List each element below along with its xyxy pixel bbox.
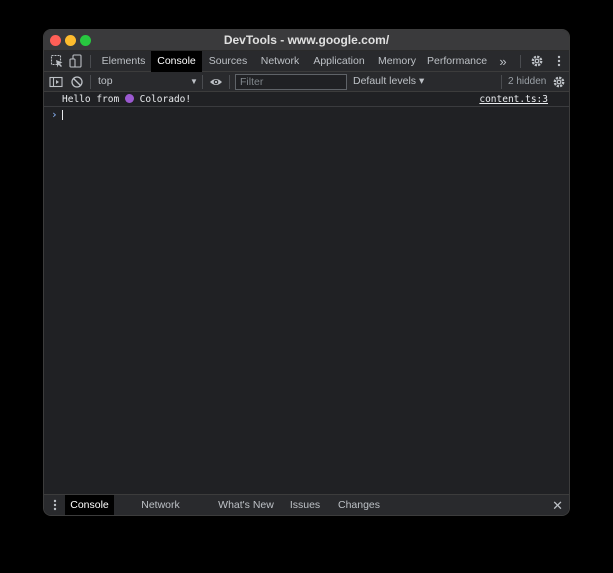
drawer-tab-console[interactable]: Console bbox=[65, 495, 114, 515]
console-message: Hello from Colorado! content.ts:3 bbox=[44, 92, 569, 107]
more-tabs-button[interactable]: » bbox=[495, 51, 511, 72]
filter-input[interactable] bbox=[235, 74, 347, 90]
prompt-chevron-icon: › bbox=[51, 108, 58, 121]
kebab-menu-icon[interactable] bbox=[552, 54, 566, 68]
drawer-tab-network-conditions[interactable]: Network conditions bbox=[118, 495, 203, 515]
tab-memory[interactable]: Memory bbox=[375, 51, 419, 72]
console-message-text: Hello from Colorado! bbox=[62, 94, 191, 105]
close-drawer-icon[interactable]: ✕ bbox=[552, 498, 563, 514]
tab-elements[interactable]: Elements bbox=[98, 51, 149, 72]
tab-performance[interactable]: Performance bbox=[427, 51, 487, 72]
tab-console[interactable]: Console bbox=[151, 51, 202, 72]
message-text-after: Colorado! bbox=[133, 94, 192, 105]
window-title: DevTools - www.google.com/ bbox=[223, 33, 390, 47]
panel-tab-bar: Elements Console Sources Network Applica… bbox=[44, 51, 569, 72]
toolbar-divider bbox=[90, 75, 91, 89]
drawer-menu-icon[interactable] bbox=[48, 498, 62, 515]
clear-console-icon[interactable] bbox=[70, 75, 84, 92]
live-expression-eye-icon[interactable] bbox=[209, 75, 223, 92]
tab-bar-divider bbox=[90, 55, 91, 68]
tab-sources[interactable]: Sources bbox=[206, 51, 250, 72]
console-output[interactable]: Hello from Colorado! content.ts:3 › bbox=[44, 92, 569, 495]
message-source-link[interactable]: content.ts:3 bbox=[479, 94, 548, 105]
console-toolbar: top ▼ Default levels ▾ 2 hidden bbox=[44, 72, 569, 92]
tab-bar-divider bbox=[520, 55, 521, 68]
sidebar-toggle-icon[interactable] bbox=[49, 75, 63, 92]
drawer-tab-changes[interactable]: Changes bbox=[336, 495, 382, 515]
toolbar-divider bbox=[202, 75, 203, 89]
purple-circle-emoji-icon bbox=[124, 94, 134, 103]
tab-network[interactable]: Network bbox=[258, 51, 302, 72]
inspect-element-icon[interactable] bbox=[50, 54, 64, 68]
context-selector[interactable]: top bbox=[98, 75, 113, 87]
text-caret bbox=[62, 110, 63, 120]
drawer-tab-whats-new[interactable]: What's New bbox=[216, 495, 276, 515]
drawer-tab-issues[interactable]: Issues bbox=[287, 495, 323, 515]
console-prompt[interactable]: › bbox=[44, 108, 569, 122]
tab-application[interactable]: Application bbox=[311, 51, 367, 72]
hidden-messages-count: 2 hidden bbox=[508, 76, 547, 87]
toolbar-divider bbox=[229, 75, 230, 89]
message-text-before: Hello from bbox=[62, 94, 125, 105]
log-levels-dropdown[interactable]: Default levels ▾ bbox=[353, 75, 424, 87]
settings-gear-icon[interactable] bbox=[530, 54, 544, 68]
console-settings-gear-icon[interactable] bbox=[552, 75, 566, 92]
context-dropdown-arrow-icon[interactable]: ▼ bbox=[190, 77, 198, 86]
bottom-drawer: Console Network conditions What's New Is… bbox=[44, 494, 569, 515]
device-toolbar-icon[interactable] bbox=[69, 54, 83, 68]
title-bar: DevTools - www.google.com/ bbox=[44, 30, 569, 51]
toolbar-divider bbox=[501, 75, 502, 89]
devtools-window: DevTools - www.google.com/ Elements Cons… bbox=[43, 29, 570, 516]
